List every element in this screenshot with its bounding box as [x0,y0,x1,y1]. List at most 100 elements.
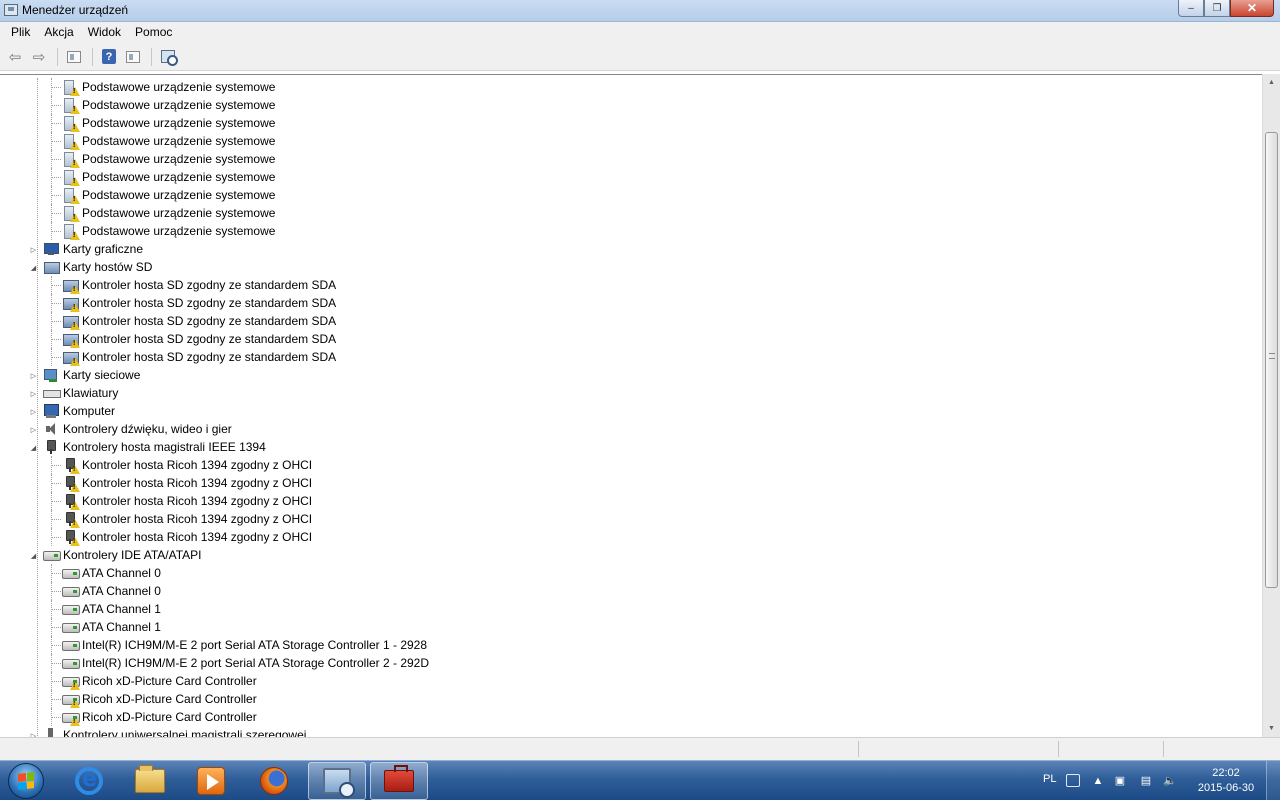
device-item[interactable]: Ricoh xD-Picture Card Controller [62,690,257,708]
warning-icon [70,519,80,528]
taskbar-explorer[interactable] [121,762,179,800]
device-item[interactable]: ATA Channel 0 [62,564,161,582]
expand-arrow-icon[interactable]: ▷ [29,371,38,380]
vertical-scrollbar[interactable]: ▲ ▼ [1262,74,1280,737]
device-item[interactable]: Ricoh xD-Picture Card Controller [62,708,257,726]
device-item[interactable]: Kontroler hosta Ricoh 1394 zgodny z OHCI [62,456,312,474]
device-category[interactable]: Kontrolery IDE ATA/ATAPI [43,546,202,564]
device-item[interactable]: ATA Channel 1 [62,618,161,636]
taskbar-toolbox[interactable] [370,762,428,800]
usb-device-icon[interactable]: ▣ [1113,774,1127,787]
device-item[interactable]: Kontroler hosta SD zgodny ze standardem … [62,276,336,294]
keyboard-layout-icon[interactable] [1066,774,1080,787]
device-item[interactable]: Kontroler hosta Ricoh 1394 zgodny z OHCI [62,492,312,510]
back-arrow-icon[interactable]: ⇦ [4,47,26,67]
device-category[interactable]: Kontrolery uniwersalnej magistrali szere… [43,726,306,737]
device-category[interactable]: Komputer [43,402,115,420]
device-label: Ricoh xD-Picture Card Controller [82,710,257,724]
volume-icon[interactable]: 🔈 [1163,774,1177,787]
device-label: Kontroler hosta SD zgodny ze standardem … [82,314,337,328]
device-item[interactable]: Podstawowe urządzenie systemowe [62,114,275,132]
scroll-up-button[interactable]: ▲ [1263,74,1280,91]
show-desktop-button[interactable] [1266,761,1280,800]
tree-connector-line [51,348,52,366]
collapse-arrow-icon[interactable]: ◢ [29,551,38,560]
tree-connector-line [51,231,61,232]
device-label: Podstawowe urządzenie systemowe [82,98,276,112]
expand-arrow-icon[interactable]: ▷ [29,389,38,398]
language-indicator[interactable]: PL [1043,773,1056,785]
device-item[interactable]: Podstawowe urządzenie systemowe [62,168,275,186]
close-button[interactable]: ✕ [1230,0,1274,17]
device-item[interactable]: ATA Channel 0 [62,582,161,600]
device-item[interactable]: Podstawowe urządzenie systemowe [62,78,275,96]
device-item[interactable]: Kontroler hosta SD zgodny ze standardem … [62,348,336,366]
device-item[interactable]: Podstawowe urządzenie systemowe [62,204,275,222]
sd-host-icon [62,277,80,294]
scroll-down-button[interactable]: ▼ [1263,720,1280,737]
device-category[interactable]: Karty sieciowe [43,366,140,384]
device-category[interactable]: Kontrolery hosta magistrali IEEE 1394 [43,438,266,456]
expand-arrow-icon[interactable]: ▷ [29,425,38,434]
device-item[interactable]: Kontroler hosta Ricoh 1394 zgodny z OHCI [62,474,312,492]
sd-host-icon [62,313,80,330]
forward-arrow-icon[interactable]: ⇨ [28,47,50,67]
system-device-icon [62,223,80,240]
show-hidden-icons-icon[interactable]: ▲ [1091,774,1105,787]
device-category[interactable]: Karty graficzne [43,240,143,258]
clock[interactable]: 22:02 2015-06-30 [1196,766,1256,796]
ide-controller-icon [62,601,80,617]
tree-connector-line [51,78,52,96]
taskbar-firefox[interactable] [245,762,303,800]
start-button[interactable] [2,761,50,800]
device-label: Intel(R) ICH9M/M-E 2 port Serial ATA Sto… [82,656,430,670]
device-item[interactable]: Podstawowe urządzenie systemowe [62,222,275,240]
device-item[interactable]: Kontroler hosta SD zgodny ze standardem … [62,294,336,312]
device-tree-view[interactable]: Podstawowe urządzenie systemowe Podstawow… [0,74,1280,737]
device-item[interactable]: Kontroler hosta SD zgodny ze standardem … [62,312,336,330]
ide-controller-icon [62,619,80,635]
device-category[interactable]: Karty hostów SD [43,258,152,276]
help-icon[interactable]: ? [98,47,120,67]
clock-time: 22:02 [1212,767,1240,779]
menu-pomoc[interactable]: Pomoc [128,22,179,43]
expand-arrow-icon[interactable]: ▷ [29,407,38,416]
ide-controller-icon [62,565,80,581]
expand-arrow-icon[interactable]: ▷ [29,245,38,254]
taskbar-ie[interactable] [60,762,118,800]
device-item[interactable]: Intel(R) ICH9M/M-E 2 port Serial ATA Sto… [62,654,429,672]
scan-hardware-icon[interactable] [157,47,179,67]
taskbar-media-player[interactable] [182,762,240,800]
network-icon[interactable]: ▤ [1139,774,1153,787]
tree-connector-line [51,492,52,510]
menu-plik[interactable]: Plik [4,22,37,43]
minimize-button[interactable]: – [1178,0,1204,17]
device-item[interactable]: Kontroler hosta SD zgodny ze standardem … [62,330,336,348]
device-item[interactable]: Podstawowe urządzenie systemowe [62,96,275,114]
status-divider [858,741,859,757]
device-label: Ricoh xD-Picture Card Controller [82,692,257,706]
tree-connector-line [51,357,61,358]
collapse-arrow-icon[interactable]: ◢ [29,263,38,272]
device-item[interactable]: Kontroler hosta Ricoh 1394 zgodny z OHCI [62,528,312,546]
device-item[interactable]: Podstawowe urządzenie systemowe [62,132,275,150]
view-pane-icon[interactable] [122,47,144,67]
device-category[interactable]: Klawiatury [43,384,118,402]
properties-pane-icon[interactable] [63,47,85,67]
collapse-arrow-icon[interactable]: ◢ [29,443,38,452]
device-item[interactable]: Ricoh xD-Picture Card Controller [62,672,257,690]
device-category[interactable]: Kontrolery dźwięku, wideo i gier [43,420,232,438]
device-item[interactable]: Intel(R) ICH9M/M-E 2 port Serial ATA Sto… [62,636,427,654]
device-manager-app-icon[interactable] [4,4,18,16]
maximize-button[interactable]: ❐ [1204,0,1230,17]
device-item[interactable]: Kontroler hosta Ricoh 1394 zgodny z OHCI [62,510,312,528]
menu-widok[interactable]: Widok [81,22,128,43]
tree-connector-line [51,537,61,538]
device-item[interactable]: Podstawowe urządzenie systemowe [62,150,275,168]
tree-connector-line [51,456,52,474]
menu-akcja[interactable]: Akcja [37,22,80,43]
device-item[interactable]: ATA Channel 1 [62,600,161,618]
taskbar-device-manager[interactable] [308,762,366,800]
device-item[interactable]: Podstawowe urządzenie systemowe [62,186,275,204]
scroll-thumb[interactable] [1265,132,1278,588]
